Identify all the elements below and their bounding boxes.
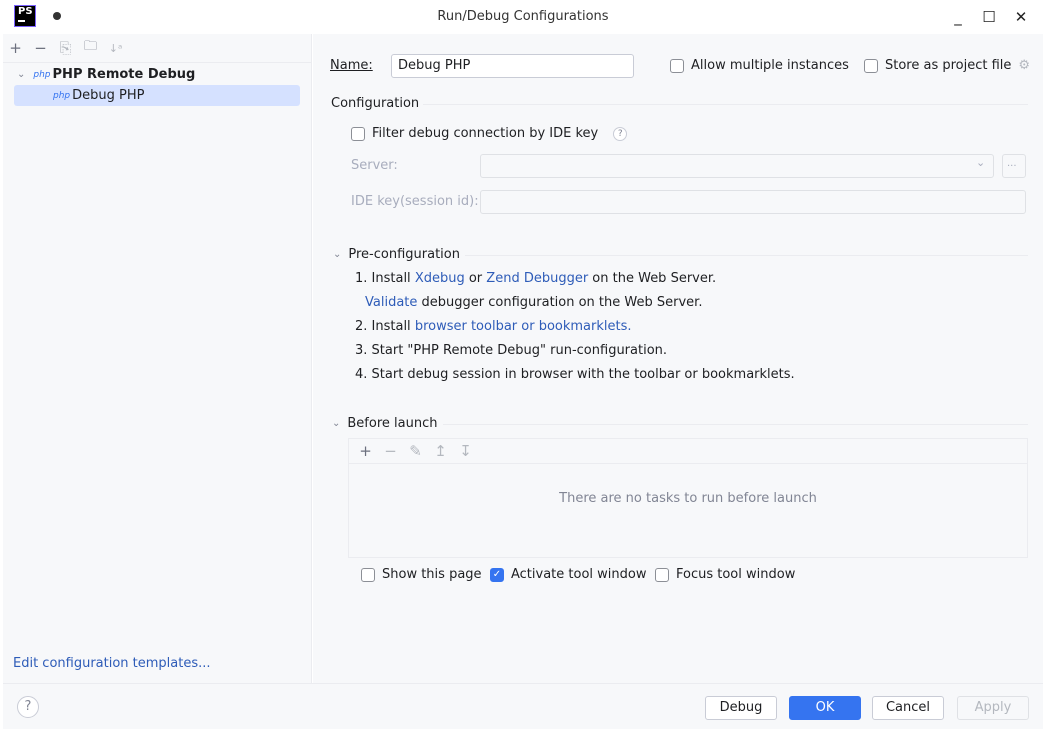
preconfig-step-3: 3. Start "PHP Remote Debug" run-configur…	[355, 343, 668, 358]
new-folder-button[interactable]: 🗀	[78, 38, 103, 58]
server-label: Server:	[351, 158, 398, 173]
plus-icon: +	[359, 442, 372, 460]
empty-tasks-text: There are no tasks to run before launch	[559, 491, 817, 506]
edit-task-button[interactable]: ✎	[403, 441, 428, 461]
help-button[interactable]: ?	[17, 696, 39, 718]
pre-configuration-toggle[interactable]: ⌄ Pre-configuration	[333, 247, 460, 262]
tree-item-debug-php[interactable]: php Debug PHP	[14, 85, 300, 106]
arrow-down-icon: ↧	[459, 442, 472, 460]
tree-group-php-remote-debug[interactable]: ⌄ php PHP Remote Debug	[17, 64, 195, 85]
section-divider	[465, 255, 1028, 256]
name-input[interactable]: Debug PHP	[391, 54, 634, 78]
checkmark-icon[interactable]: ✓	[490, 567, 504, 582]
preconfig-step-4: 4. Start debug session in browser with t…	[355, 367, 795, 382]
move-up-button[interactable]: ↥	[428, 441, 453, 461]
add-configuration-button[interactable]: +	[3, 38, 28, 58]
move-down-button[interactable]: ↧	[453, 441, 478, 461]
arrow-up-icon: ↥	[434, 442, 447, 460]
focus-tool-window-checkbox[interactable]: Focus tool window	[655, 567, 795, 582]
browse-servers-button[interactable]: ...	[1002, 154, 1026, 178]
minus-icon: −	[384, 442, 397, 460]
apply-button[interactable]: Apply	[957, 696, 1029, 720]
minimize-button[interactable]: _	[947, 6, 969, 28]
cancel-button[interactable]: Cancel	[872, 696, 944, 720]
close-button[interactable]: ✕	[1010, 6, 1032, 28]
sidebar-toolbar: + − ⎘ 🗀 ↓ᵃ	[3, 38, 128, 58]
tree-group-label: PHP Remote Debug	[52, 67, 196, 82]
zend-debugger-link[interactable]: Zend Debugger	[486, 271, 588, 286]
remove-task-button[interactable]: −	[378, 441, 403, 461]
chevron-down-icon: ⌄	[333, 249, 342, 260]
checkbox-box[interactable]	[361, 567, 375, 582]
ide-key-label: IDE key(session id):	[351, 194, 479, 209]
debug-button[interactable]: Debug	[705, 696, 777, 720]
before-launch-tasks-list: + − ✎ ↥ ↧ There are no tasks to run befo…	[348, 438, 1028, 558]
chevron-down-icon: ⌄	[17, 69, 26, 80]
filter-by-ide-key-checkbox[interactable]: Filter debug connection by IDE key ?	[351, 126, 628, 141]
copy-icon: ⎘	[59, 39, 72, 57]
name-label: Name:	[330, 58, 373, 73]
browser-toolbar-link[interactable]: browser toolbar or bookmarklets.	[415, 319, 632, 334]
preconfig-step-2: 2. Install browser toolbar or bookmarkle…	[355, 319, 632, 334]
checkbox-box[interactable]	[655, 567, 669, 582]
sort-icon: ↓ᵃ	[108, 41, 123, 55]
chevron-down-icon: ⌄	[976, 156, 986, 169]
section-divider	[443, 424, 1028, 425]
tree-item-label: Debug PHP	[72, 88, 145, 103]
plus-icon: +	[9, 39, 22, 57]
server-select[interactable]	[480, 154, 994, 178]
ok-button[interactable]: OK	[789, 696, 861, 720]
before-launch-toggle[interactable]: ⌄ Before launch	[332, 416, 437, 431]
configuration-editor: Name: Debug PHP Allow multiple instances…	[313, 34, 1043, 683]
xdebug-link[interactable]: Xdebug	[415, 271, 465, 286]
checkbox-box[interactable]	[351, 126, 365, 141]
preconfig-validate: Validate debugger configuration on the W…	[365, 295, 703, 310]
title-bar: PS Run/Debug Configurations _ ☐ ✕	[0, 0, 1046, 34]
sort-button[interactable]: ↓ᵃ	[103, 38, 128, 58]
tasks-toolbar: + − ✎ ↥ ↧	[349, 439, 1027, 464]
maximize-button[interactable]: ☐	[978, 6, 1000, 28]
pencil-icon: ✎	[409, 442, 422, 460]
activate-tool-window-checkbox[interactable]: ✓ Activate tool window	[490, 567, 646, 582]
section-divider	[423, 104, 1028, 105]
gear-icon[interactable]: ⚙	[1018, 58, 1030, 73]
edit-configuration-templates-link[interactable]: Edit configuration templates...	[13, 656, 211, 671]
configurations-sidebar: + − ⎘ 🗀 ↓ᵃ ⌄ php PHP Remote Debug php De…	[3, 34, 312, 683]
minus-icon: −	[34, 39, 47, 57]
configuration-section-title: Configuration	[331, 96, 420, 111]
ide-key-input[interactable]	[480, 190, 1026, 214]
dialog-footer: ? Debug OK Cancel Apply	[3, 683, 1043, 729]
remove-configuration-button[interactable]: −	[28, 38, 53, 58]
add-task-button[interactable]: +	[353, 441, 378, 461]
copy-configuration-button[interactable]: ⎘	[53, 38, 78, 58]
new-folder-icon: 🗀	[83, 39, 97, 54]
checkbox-box[interactable]	[670, 58, 684, 73]
checkbox-box[interactable]	[864, 58, 878, 73]
store-as-project-file-checkbox[interactable]: Store as project file ⚙	[864, 58, 1030, 73]
validate-link[interactable]: Validate	[365, 295, 417, 310]
help-icon[interactable]: ?	[613, 126, 628, 141]
chevron-down-icon: ⌄	[332, 418, 341, 429]
allow-multiple-instances-checkbox[interactable]: Allow multiple instances	[670, 58, 849, 73]
show-this-page-checkbox[interactable]: Show this page	[361, 567, 482, 582]
window-title: Run/Debug Configurations	[437, 9, 609, 24]
preconfig-step-1: 1. Install Xdebug or Zend Debugger on th…	[355, 271, 717, 286]
toolbar-divider	[3, 62, 312, 63]
php-remote-debug-icon: php	[33, 69, 51, 80]
php-remote-debug-icon: php	[53, 90, 71, 101]
